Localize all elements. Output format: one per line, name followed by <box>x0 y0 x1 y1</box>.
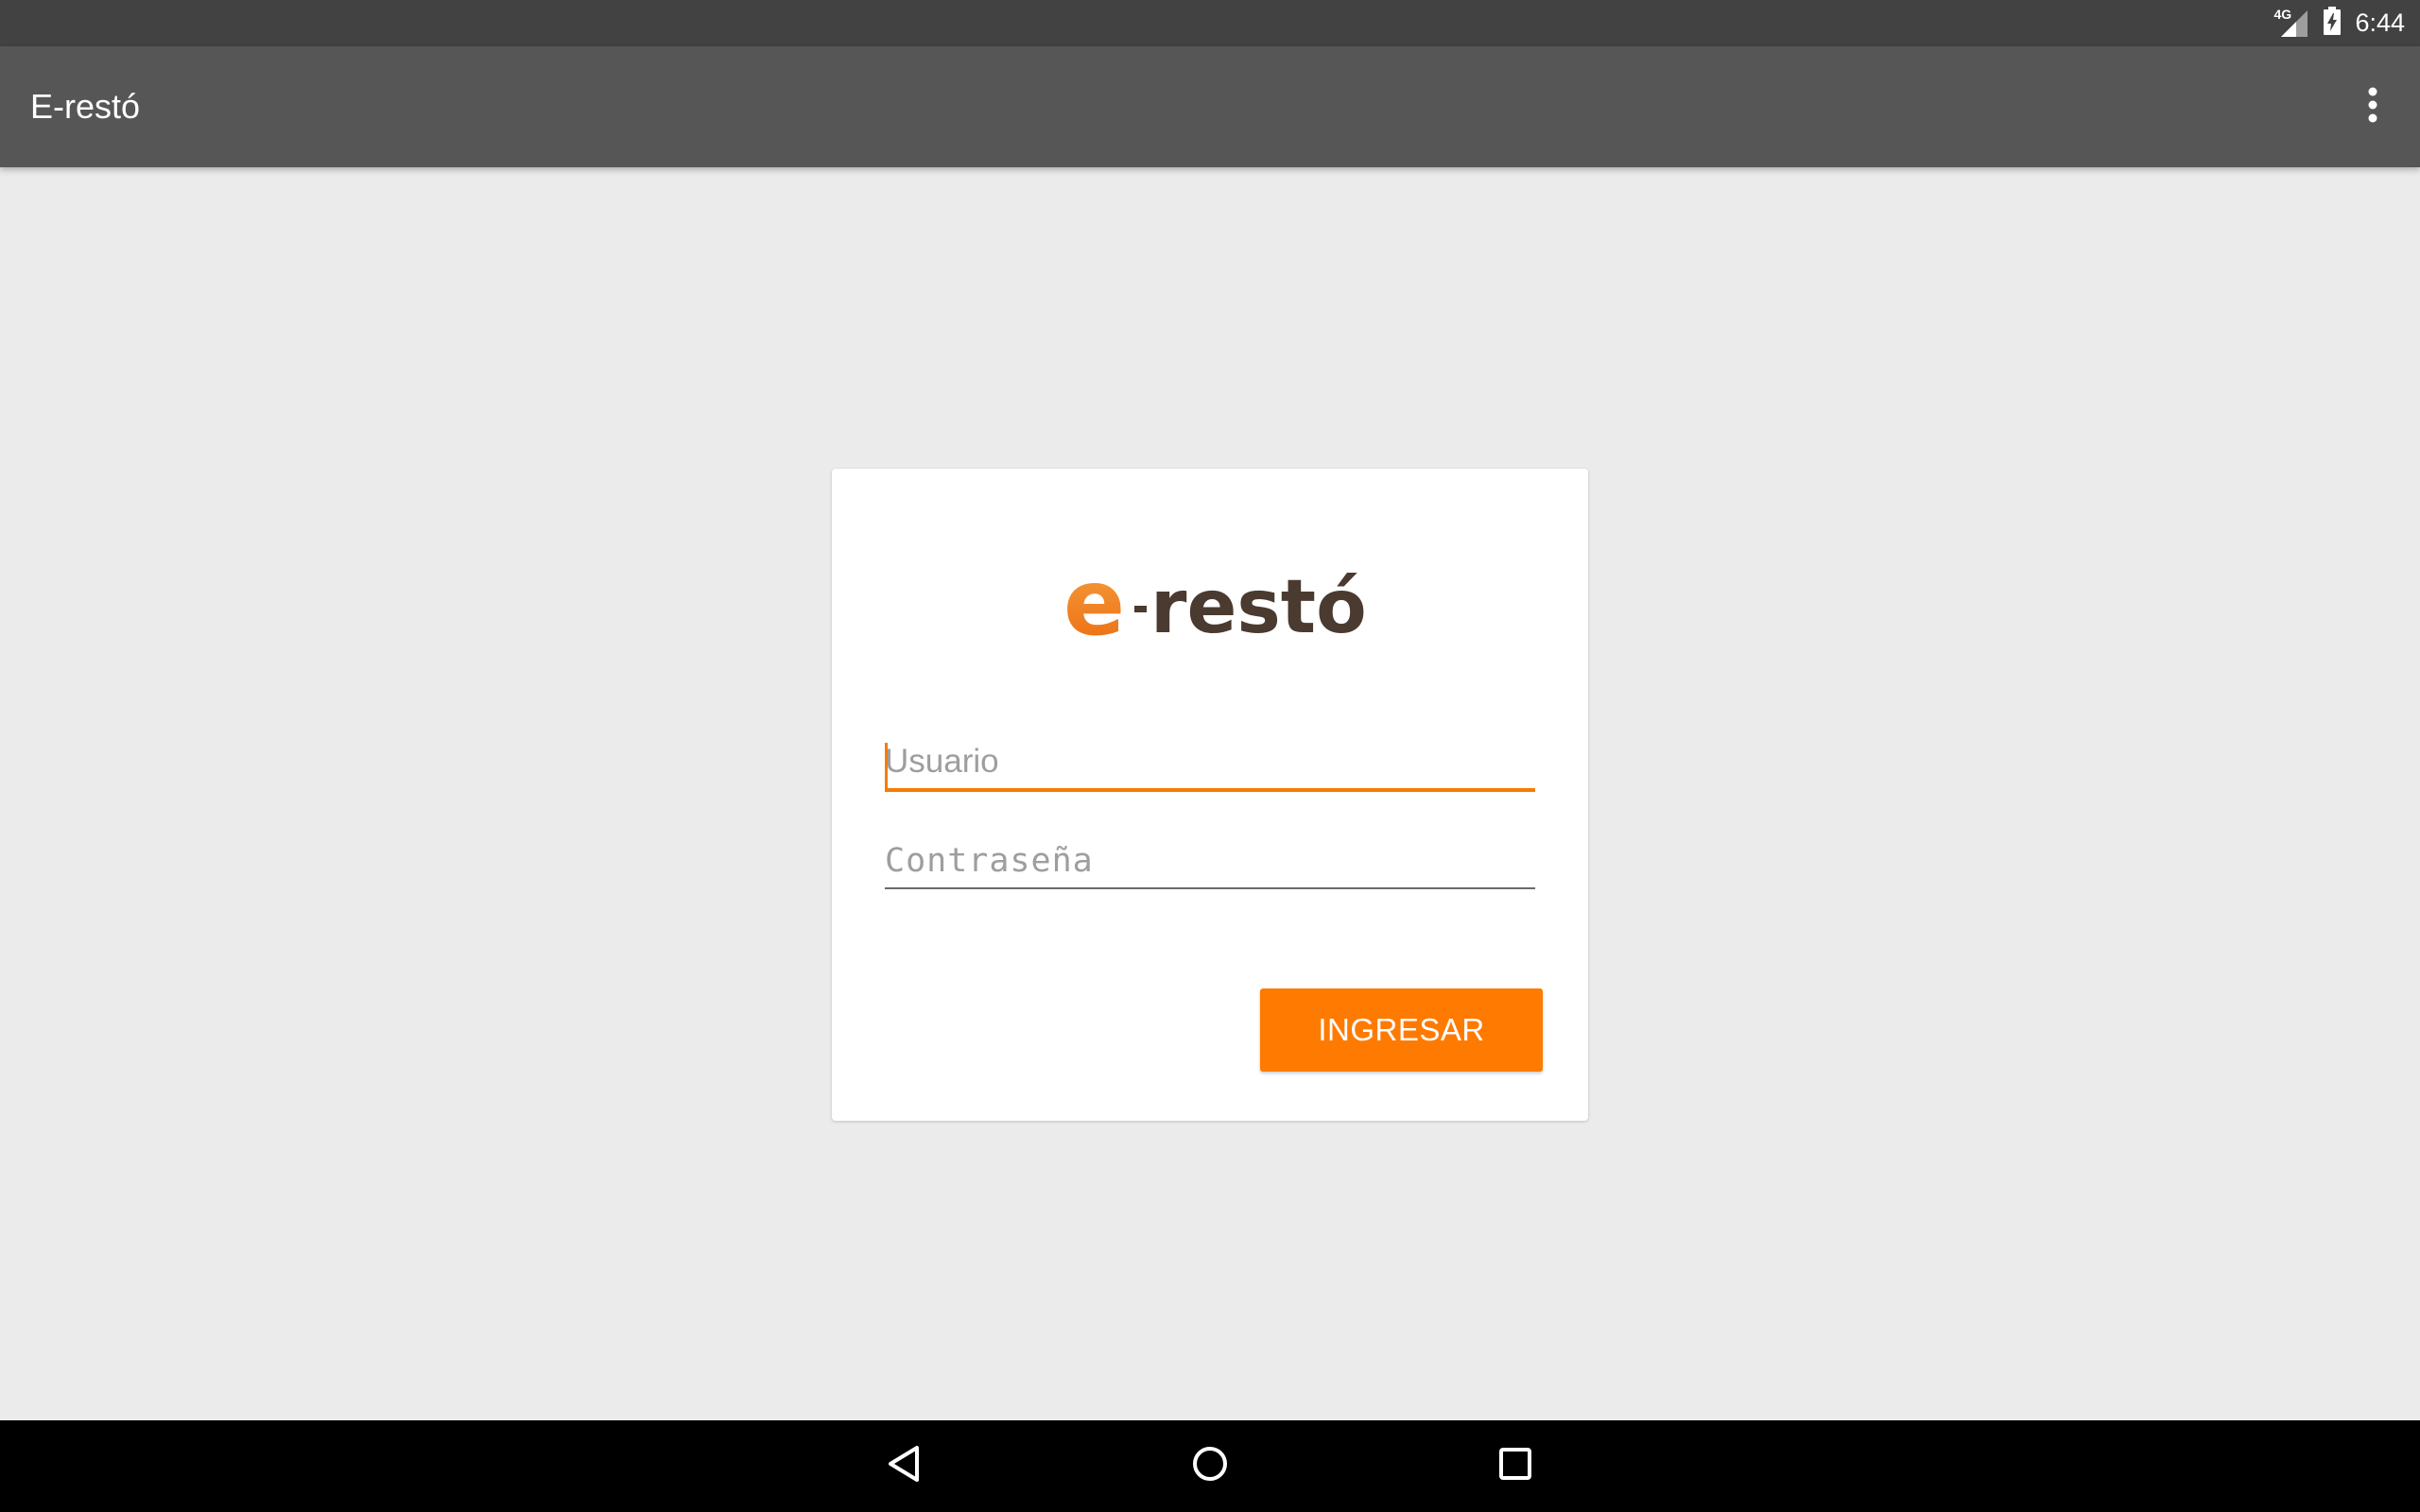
recents-icon <box>1498 1447 1532 1486</box>
app-logo: e restó <box>1063 550 1367 656</box>
overflow-menu-button[interactable] <box>2344 78 2401 135</box>
signal-icon: 4G <box>2273 7 2309 39</box>
navigation-bar <box>0 1420 2420 1512</box>
password-input[interactable] <box>885 842 1535 889</box>
home-button[interactable] <box>1182 1437 1238 1494</box>
login-card: e restó INGRESAR <box>832 469 1588 1121</box>
login-button[interactable]: INGRESAR <box>1260 988 1543 1072</box>
home-icon <box>1191 1445 1229 1487</box>
app-title: E-restó <box>30 87 141 126</box>
back-button[interactable] <box>875 1437 932 1494</box>
back-icon <box>887 1445 921 1487</box>
app-bar: E-restó <box>0 46 2420 167</box>
recents-button[interactable] <box>1487 1437 1544 1494</box>
text-cursor <box>885 743 888 788</box>
password-field-wrapper <box>885 842 1535 889</box>
status-icons: 4G 6:44 <box>2273 0 2405 46</box>
clock: 6:44 <box>2355 9 2405 37</box>
username-field-wrapper <box>885 743 1535 792</box>
svg-text:e: e <box>1063 558 1125 653</box>
svg-text:restó: restó <box>1150 565 1366 650</box>
username-input[interactable] <box>885 743 1535 792</box>
more-vert-icon <box>2367 86 2378 129</box>
battery-icon <box>2323 7 2342 40</box>
status-bar: 4G 6:44 <box>0 0 2420 46</box>
